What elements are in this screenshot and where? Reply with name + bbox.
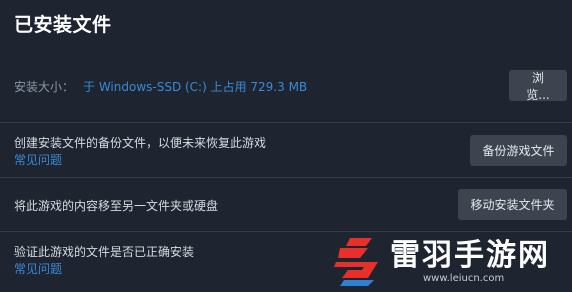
watermark-name: 雷羽手游网 <box>390 238 550 273</box>
browse-button[interactable]: 浏览... <box>509 70 567 102</box>
page-title: 已安装文件 <box>14 14 112 36</box>
backup-description: 创建安装文件的备份文件，以便未来恢复此游戏 <box>14 136 267 150</box>
backup-faq-link[interactable]: 常见问题 <box>14 151 62 168</box>
divider <box>0 122 572 123</box>
install-size-value: 于 Windows-SSD (C:) 上占用 729.3 MB <box>83 80 308 94</box>
move-install-folder-button[interactable]: 移动安装文件夹 <box>458 189 567 220</box>
watermark: 雷羽手游网 www.leiucn.com <box>328 228 568 292</box>
backup-game-files-button[interactable]: 备份游戏文件 <box>470 135 567 166</box>
divider <box>0 177 572 178</box>
watermark-url: www.leiucn.com <box>423 273 505 284</box>
verify-description: 验证此游戏的文件是否已正确安装 <box>14 245 195 259</box>
verify-faq-link[interactable]: 常见问题 <box>14 260 62 277</box>
watermark-logo-icon <box>334 238 378 286</box>
move-description: 将此游戏的内容移至另一文件夹或硬盘 <box>14 199 219 213</box>
install-size-label: 安装大小： <box>14 80 75 94</box>
install-size-row: 安装大小： 于 Windows-SSD (C:) 上占用 729.3 MB <box>0 68 572 104</box>
